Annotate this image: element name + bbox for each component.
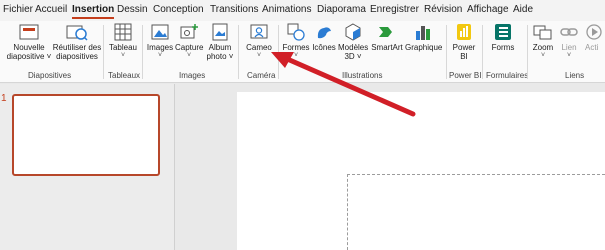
arrow-shaft [282, 55, 416, 117]
annotation-arrow [271, 52, 416, 117]
